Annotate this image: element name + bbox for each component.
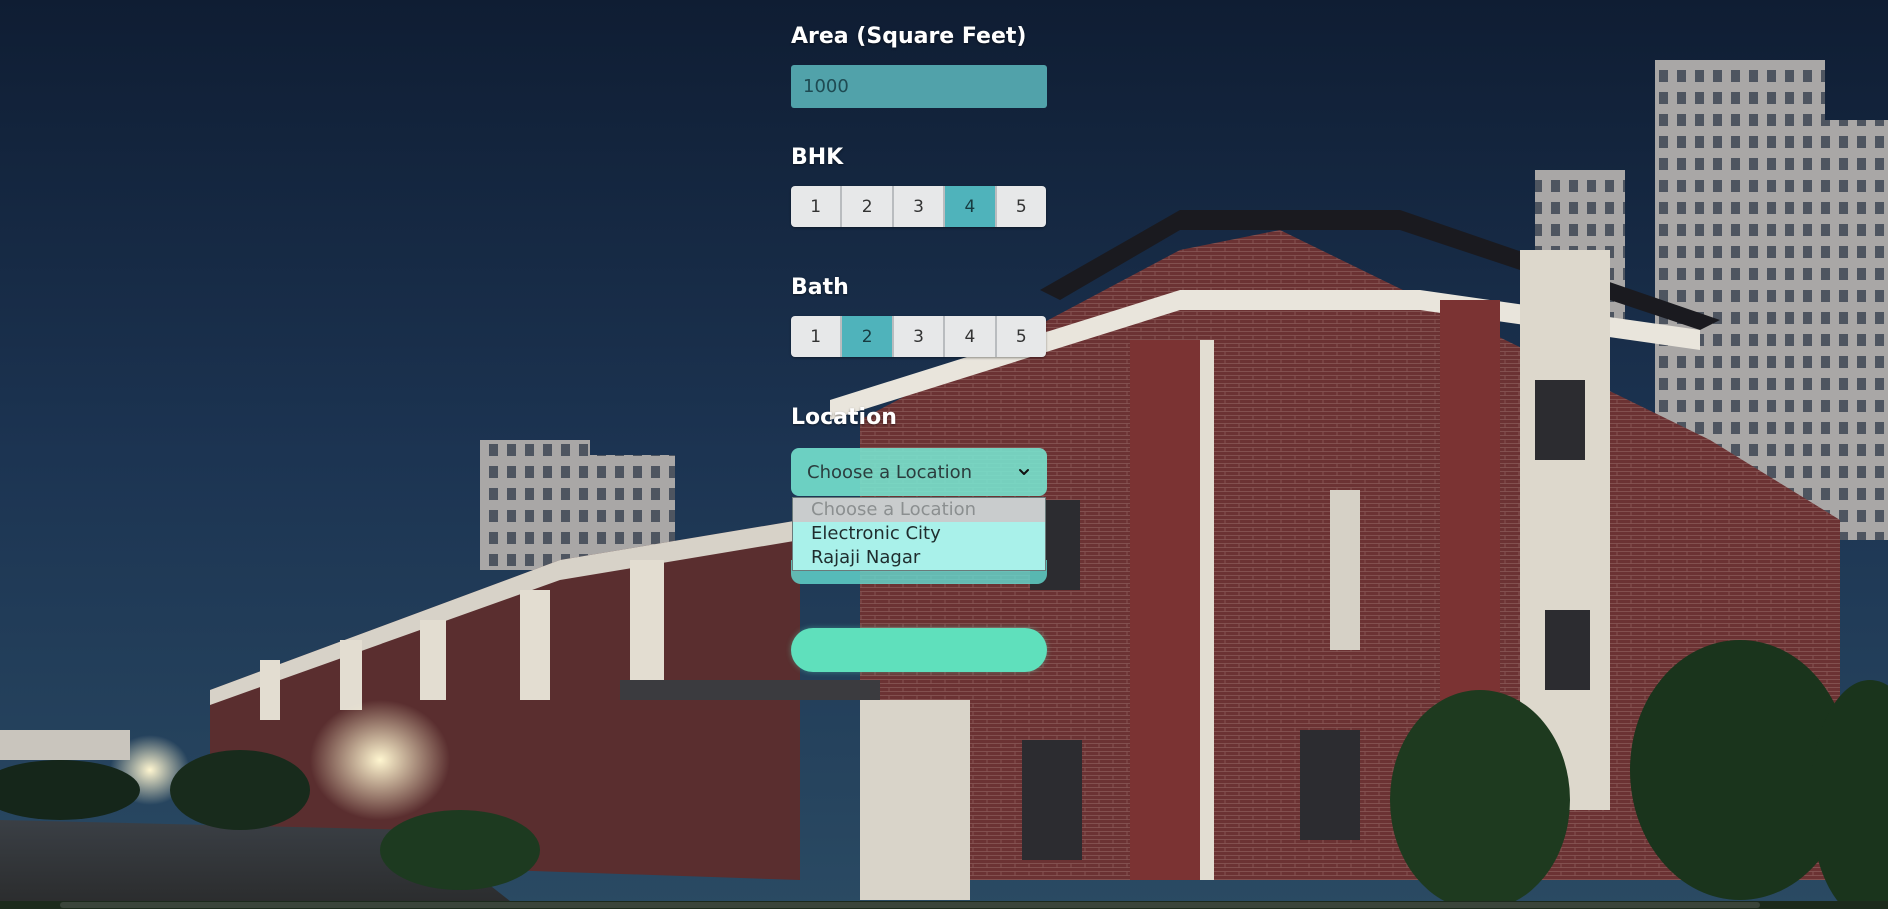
scrollbar-thumb[interactable] [60, 902, 1760, 908]
bhk-selector: 1 2 3 4 5 [791, 186, 1046, 227]
bath-option-3[interactable]: 3 [893, 316, 946, 357]
location-option-placeholder: Choose a Location [793, 498, 1045, 522]
bath-option-5[interactable]: 5 [996, 316, 1046, 357]
bhk-option-3[interactable]: 3 [893, 186, 946, 227]
area-input[interactable] [791, 65, 1047, 108]
location-select[interactable]: Choose a Location [791, 448, 1047, 496]
area-label: Area (Square Feet) [791, 24, 1027, 49]
location-select-value: Choose a Location [807, 461, 973, 483]
bhk-option-1[interactable]: 1 [791, 186, 843, 227]
bath-label: Bath [791, 275, 849, 300]
bath-option-2[interactable]: 2 [842, 316, 894, 357]
location-dropdown-list: Choose a Location Electronic City Rajaji… [792, 497, 1046, 571]
estimate-price-button[interactable] [791, 628, 1047, 672]
location-option-electronic-city[interactable]: Electronic City [793, 522, 1045, 546]
bhk-option-4[interactable]: 4 [945, 186, 997, 227]
location-option-rajaji-nagar[interactable]: Rajaji Nagar [793, 546, 1045, 570]
chevron-down-icon [1019, 469, 1029, 475]
bhk-option-2[interactable]: 2 [842, 186, 894, 227]
bath-option-1[interactable]: 1 [791, 316, 843, 357]
bath-selector: 1 2 3 4 5 [791, 316, 1046, 357]
bath-option-4[interactable]: 4 [945, 316, 997, 357]
location-label: Location [791, 405, 897, 430]
bhk-option-5[interactable]: 5 [996, 186, 1046, 227]
bhk-label: BHK [791, 145, 844, 170]
